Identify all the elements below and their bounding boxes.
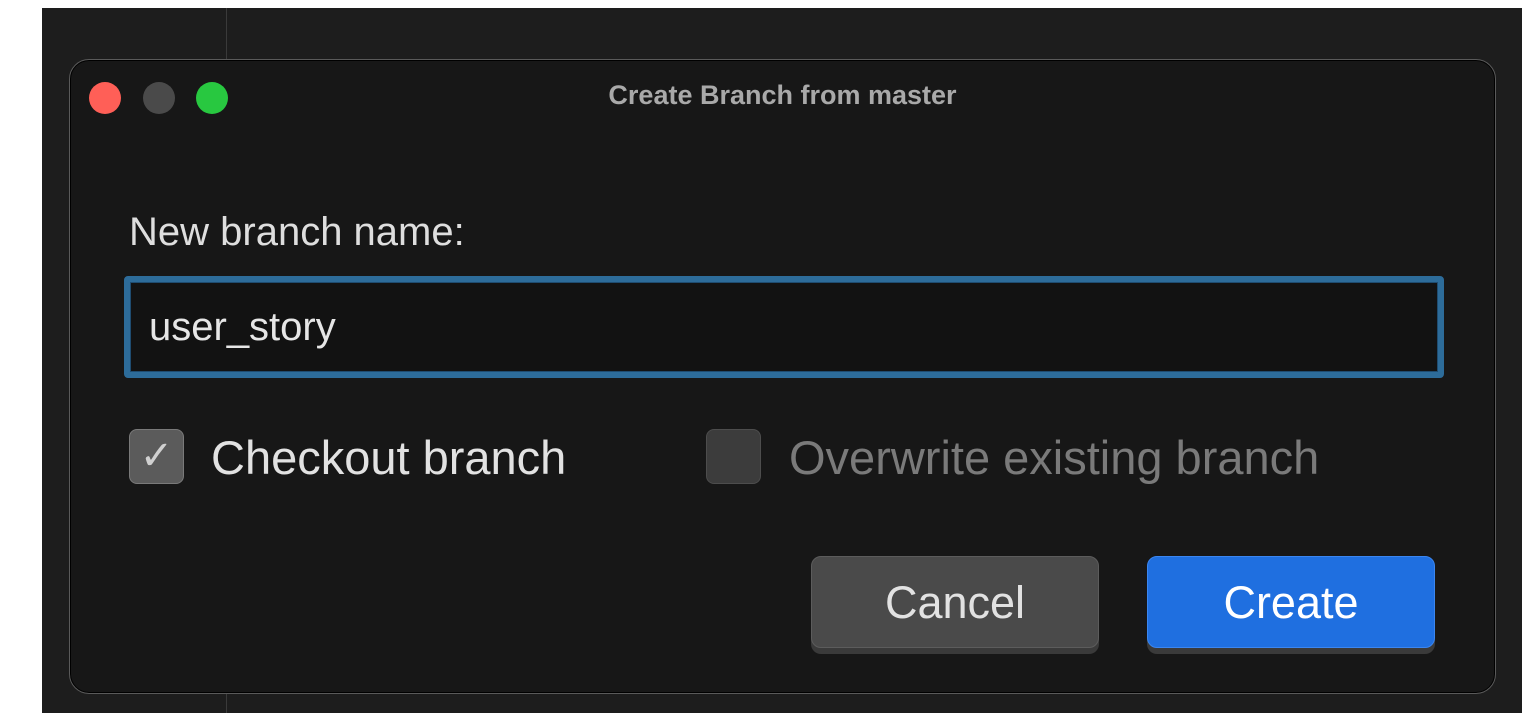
cancel-button[interactable]: Cancel xyxy=(811,556,1099,648)
checkout-branch-label[interactable]: Checkout branch xyxy=(211,430,566,485)
dialog-title: Create Branch from master xyxy=(608,80,957,110)
branch-name-label: New branch name: xyxy=(129,210,465,254)
title-bar: Create Branch from master xyxy=(70,60,1495,134)
checkout-branch-checkbox[interactable]: ✓ xyxy=(129,429,184,484)
branch-name-input[interactable] xyxy=(124,276,1444,378)
overwrite-branch-checkbox[interactable] xyxy=(706,429,761,484)
create-button[interactable]: Create xyxy=(1147,556,1435,648)
checkmark-icon: ✓ xyxy=(139,434,174,478)
create-branch-dialog: Create Branch from master New branch nam… xyxy=(69,59,1496,694)
overwrite-branch-label[interactable]: Overwrite existing branch xyxy=(789,430,1319,485)
